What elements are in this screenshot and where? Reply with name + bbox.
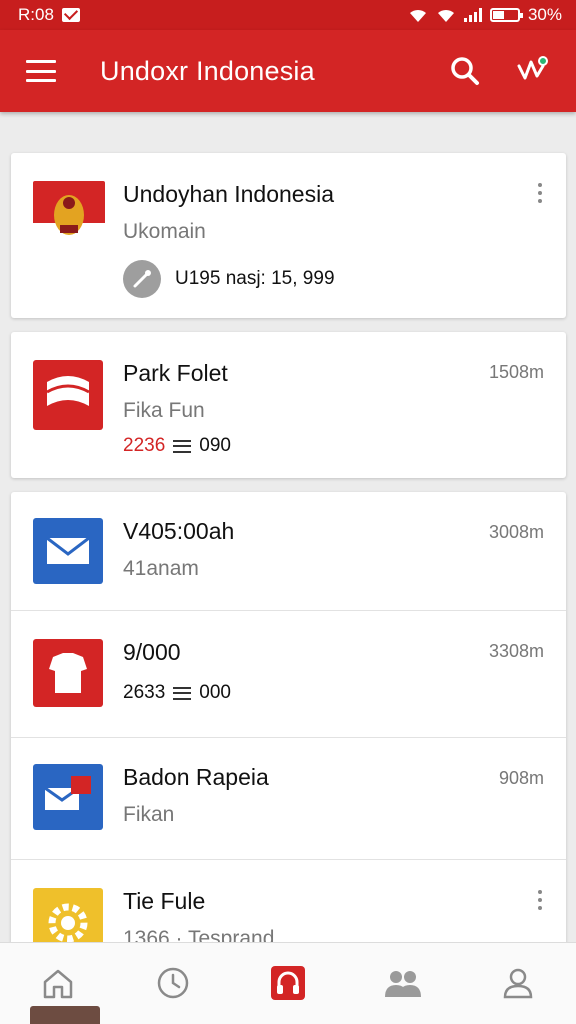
nav-audio[interactable] (264, 963, 312, 1003)
status-left: R:08 (18, 5, 80, 25)
group-icon (385, 971, 422, 997)
wifi-icon-2 (437, 9, 454, 22)
item-list-card: V405:00ah 41anam 3008m 9/000 2633 000 33… (11, 492, 566, 980)
list-item[interactable]: Badon Rapeia Fikan 908m (11, 738, 566, 860)
item-distance: 1508m (488, 362, 544, 382)
list-icon (173, 439, 192, 453)
signal-icon (463, 8, 482, 22)
app-bar-actions (448, 54, 550, 88)
app-title: Undoxr Indonesia (100, 55, 315, 86)
menu-icon[interactable] (26, 60, 56, 82)
item-distance: 3008m (488, 522, 544, 542)
item-subtitle: 41anam (123, 557, 199, 580)
item-meta: 2236 090 (123, 435, 566, 457)
activity-button[interactable] (516, 54, 550, 88)
wrench-icon (123, 260, 161, 298)
item-meta-prefix: 2633 (123, 682, 166, 703)
item-subtitle: Ukomain (123, 220, 206, 243)
wifi-icon (409, 9, 426, 22)
item-distance: 3308m (488, 641, 544, 661)
item-meta-text: 090 (199, 435, 231, 456)
item-meta-text: 000 (199, 682, 231, 703)
nav-groups[interactable] (379, 963, 427, 1003)
nav-home[interactable] (34, 963, 82, 1003)
featured-card: Undoyhan Indonesia Ukomain U195 nasj: 15… (11, 153, 566, 318)
search-icon (451, 57, 479, 85)
mail-icon (33, 518, 103, 584)
status-time: R:08 (18, 5, 54, 24)
item-title: Tie Fule (123, 888, 206, 914)
list-item[interactable]: Park Folet Fika Fun 2236 090 1508m (11, 332, 566, 478)
headphones-icon (270, 966, 305, 1000)
item-meta-text: U195 nasj: 15, 999 (175, 268, 335, 289)
item-meta: U195 nasj: 15, 999 (123, 260, 566, 298)
nav-history[interactable] (149, 963, 197, 1003)
wave-flag-icon (33, 360, 103, 430)
partial-next-item (30, 1006, 100, 1024)
item-card: Park Folet Fika Fun 2236 090 1508m (11, 332, 566, 478)
item-subtitle: Fikan (123, 803, 175, 826)
item-distance: 908m (498, 768, 544, 788)
battery-percent: 30% (527, 5, 562, 24)
content-list: Undoyhan Indonesia Ukomain U195 nasj: 15… (11, 153, 566, 980)
mail-notification-icon (61, 8, 80, 22)
item-meta: 2633 000 (123, 682, 566, 704)
list-item[interactable]: Undoyhan Indonesia Ukomain U195 nasj: 15… (11, 153, 566, 318)
more-icon[interactable] (538, 890, 542, 910)
battery-icon (489, 8, 523, 22)
more-icon[interactable] (538, 183, 542, 203)
nav-profile[interactable] (494, 963, 542, 1003)
status-right: 30% (408, 5, 562, 25)
home-icon (43, 969, 72, 999)
status-bar: R:08 30% (0, 0, 576, 30)
list-icon (173, 686, 192, 700)
shirt-icon (33, 639, 103, 707)
mail-red-icon (33, 764, 103, 830)
list-item[interactable]: 9/000 2633 000 3308m (11, 611, 566, 738)
clock-icon (157, 967, 189, 999)
list-item[interactable]: V405:00ah 41anam 3008m (11, 492, 566, 611)
search-button[interactable] (448, 54, 482, 88)
notification-badge (538, 56, 548, 66)
flag-emblem-icon (33, 181, 105, 251)
app-bar: Undoxr Indonesia (0, 30, 576, 112)
item-subtitle: Fika Fun (123, 399, 205, 422)
profile-icon (504, 968, 533, 999)
item-meta-red: 2236 (123, 435, 166, 456)
item-title: Undoyhan Indonesia (123, 181, 334, 207)
